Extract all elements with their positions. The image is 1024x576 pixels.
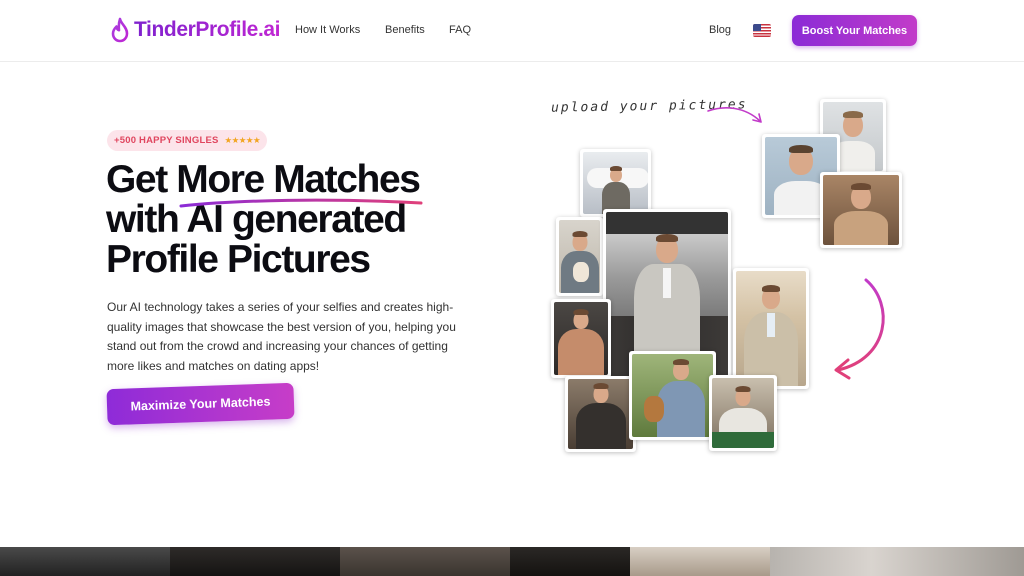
photo-with-puppy <box>556 217 603 296</box>
nav-link-benefits[interactable]: Benefits <box>385 24 425 36</box>
photo-lake-suit <box>733 268 809 389</box>
maximize-matches-button[interactable]: Maximize Your Matches <box>106 382 295 426</box>
photo-gym-shirtless <box>551 299 611 378</box>
photo-dark-suit <box>565 376 636 452</box>
headline-line-1: Get More Matches <box>106 158 421 201</box>
strip-photo-4 <box>510 547 630 576</box>
selfie-upload-3 <box>820 172 902 248</box>
return-arrow-icon <box>834 278 885 380</box>
hero-description: Our AI technology takes a series of your… <box>107 300 456 373</box>
nav-link-faq[interactable]: FAQ <box>449 24 471 36</box>
nav-link-blog[interactable]: Blog <box>709 24 731 36</box>
star-rating-icon: ★★★★★ <box>224 135 261 145</box>
curved-arrow-icon <box>707 107 762 123</box>
nav-link-how-it-works[interactable]: How It Works <box>295 24 360 36</box>
top-navbar: TinderProfile.ai How It Works Benefits F… <box>0 0 1024 62</box>
brand-logo[interactable]: TinderProfile.ai <box>110 14 280 46</box>
strip-photo-3 <box>340 547 510 576</box>
badge-label: +500 HAPPY SINGLES <box>114 135 219 146</box>
flame-icon <box>111 17 129 43</box>
strip-photo-1 <box>0 547 170 576</box>
strip-photo-2 <box>170 547 340 576</box>
brand-name: TinderProfile.ai <box>134 18 281 41</box>
photo-pool-table <box>709 375 777 451</box>
us-flag-icon[interactable] <box>753 24 771 37</box>
hero-headline: Get More Matches with AI generated Profi… <box>106 160 526 280</box>
headline-underline-decoration <box>179 198 423 208</box>
happy-singles-badge: +500 HAPPY SINGLES ★★★★★ <box>107 130 268 151</box>
photo-park-with-dog <box>629 351 716 440</box>
bottom-photo-strip <box>0 547 1024 576</box>
boost-matches-button[interactable]: Boost Your Matches <box>792 15 917 46</box>
strip-photo-5 <box>630 547 770 576</box>
headline-line-3: Profile Pictures <box>106 238 371 281</box>
photo-private-jet <box>580 149 651 217</box>
strip-photo-6 <box>770 547 1024 576</box>
